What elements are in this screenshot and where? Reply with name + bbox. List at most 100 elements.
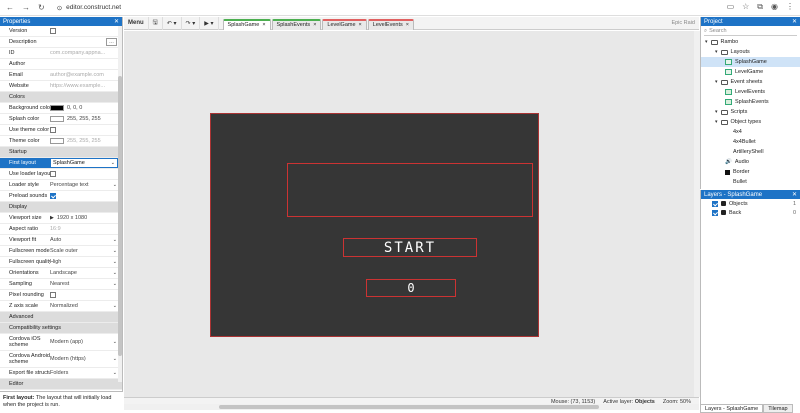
property-value[interactable]: 16:9: [50, 226, 122, 232]
property-row[interactable]: Description…: [0, 37, 122, 48]
cast-icon[interactable]: ▭: [727, 2, 735, 12]
color-swatch[interactable]: [50, 105, 64, 111]
back-icon[interactable]: ←: [6, 3, 14, 12]
property-row[interactable]: Orientations Landscape ⌄: [0, 268, 122, 279]
property-value[interactable]: com.company.appna...: [50, 50, 122, 56]
save-icon[interactable]: 🖫: [149, 16, 163, 30]
tree-item[interactable]: 4x4: [701, 127, 800, 137]
property-row[interactable]: Cordova Android scheme Modern (https) ⌄: [0, 351, 122, 368]
reload-icon[interactable]: ↻: [38, 3, 45, 12]
tree-item[interactable]: ▾ Layouts: [701, 47, 800, 57]
close-icon[interactable]: ×: [406, 22, 409, 28]
chevron-down-icon[interactable]: ⌄: [113, 270, 117, 276]
tree-item[interactable]: ▾ Scripts: [701, 107, 800, 117]
tree-item[interactable]: ▾ Rambo: [701, 37, 800, 47]
chevron-down-icon[interactable]: ⌄: [113, 237, 117, 243]
visibility-checkbox[interactable]: [712, 209, 718, 216]
layout-area[interactable]: START 0: [210, 113, 539, 337]
checkbox[interactable]: [50, 28, 56, 34]
ellipsis-button[interactable]: …: [106, 38, 117, 46]
close-icon[interactable]: ×: [313, 22, 316, 28]
property-value[interactable]: https://www.example...: [50, 83, 122, 89]
property-value[interactable]: Modern (app) ⌄: [50, 339, 122, 345]
chevron-down-icon[interactable]: ⌄: [113, 248, 117, 254]
property-value[interactable]: 255, 255, 255: [50, 116, 122, 122]
property-value[interactable]: [50, 127, 122, 133]
property-row[interactable]: Use loader layout: [0, 169, 122, 180]
score-text-object[interactable]: 0: [366, 279, 456, 297]
bottom-tab[interactable]: Layers - SplashGame: [700, 404, 764, 413]
chevron-down-icon[interactable]: ⌄: [111, 160, 115, 166]
property-value[interactable]: SplashGame ⌄: [50, 158, 118, 168]
property-section[interactable]: Editor: [0, 379, 122, 390]
profile-icon[interactable]: ◉: [771, 2, 778, 12]
start-text-object[interactable]: START: [343, 238, 477, 257]
property-value[interactable]: …: [50, 38, 122, 46]
checkbox[interactable]: [50, 193, 56, 199]
layout-tab[interactable]: SplashEvents ×: [271, 18, 322, 30]
checkbox[interactable]: [50, 171, 56, 177]
checkbox[interactable]: [50, 127, 56, 133]
close-icon[interactable]: ✕: [792, 191, 797, 198]
visibility-checkbox[interactable]: [712, 200, 718, 207]
property-row[interactable]: Aspect ratio 16:9: [0, 224, 122, 235]
properties-scrollbar[interactable]: [118, 26, 122, 382]
chevron-down-icon[interactable]: ⌄: [113, 339, 117, 345]
layer-row[interactable]: Back 0: [701, 208, 800, 217]
property-row[interactable]: Author: [0, 59, 122, 70]
property-row[interactable]: Preload sounds: [0, 191, 122, 202]
close-icon[interactable]: ×: [262, 22, 265, 28]
property-row[interactable]: Pixel rounding: [0, 290, 122, 301]
chevron-down-icon[interactable]: ▾: [715, 109, 718, 115]
close-icon[interactable]: ✕: [114, 18, 119, 25]
color-swatch[interactable]: [50, 116, 64, 122]
property-value[interactable]: Folders ⌄: [50, 370, 122, 376]
property-row[interactable]: Export file structureFolders ⌄: [0, 368, 122, 379]
property-row[interactable]: Version: [0, 26, 122, 37]
property-section[interactable]: Advanced: [0, 312, 122, 323]
property-row[interactable]: First layout SplashGame ⌄: [0, 158, 122, 169]
property-value[interactable]: ▶ 1920 x 1080: [50, 215, 122, 221]
lock-icon[interactable]: [721, 210, 726, 215]
property-row[interactable]: ID com.company.appna...: [0, 48, 122, 59]
tree-item[interactable]: LevelGame: [701, 67, 800, 77]
property-row[interactable]: Fullscreen mode Scale outer ⌄: [0, 246, 122, 257]
property-value[interactable]: [50, 28, 122, 34]
layer-row[interactable]: Objects 1: [701, 199, 800, 208]
color-swatch[interactable]: [50, 138, 64, 144]
menu-dots-icon[interactable]: ⋮: [786, 2, 794, 12]
site-info-icon[interactable]: ⊙: [57, 4, 62, 12]
menu-button[interactable]: Menu: [124, 16, 149, 30]
bottom-tab[interactable]: Tilemap: [763, 404, 793, 413]
property-value[interactable]: Landscape ⌄: [50, 270, 122, 276]
property-row[interactable]: Theme color 255, 255, 255: [0, 136, 122, 147]
property-value[interactable]: Percentage text ⌄: [50, 182, 122, 188]
chevron-down-icon[interactable]: ▾: [715, 79, 718, 85]
property-value[interactable]: Auto ⌄: [50, 237, 122, 243]
property-value[interactable]: 0, 0, 0: [50, 105, 122, 111]
property-row[interactable]: Fullscreen quality High ⌄: [0, 257, 122, 268]
undo-icon[interactable]: ↶ ▾: [163, 16, 182, 30]
address-bar[interactable]: ⊙ editor.construct.net: [57, 4, 121, 12]
preview-play-icon[interactable]: ▶ ▾: [200, 16, 219, 30]
tree-item[interactable]: ▾ Event sheets: [701, 77, 800, 87]
tree-item[interactable]: SplashEvents: [701, 97, 800, 107]
property-value[interactable]: [50, 292, 122, 298]
tree-item[interactable]: Bullet: [701, 177, 800, 187]
property-row[interactable]: Loader style Percentage text ⌄: [0, 180, 122, 191]
property-section[interactable]: Colors: [0, 92, 122, 103]
chevron-down-icon[interactable]: ⌄: [113, 259, 117, 265]
tree-item[interactable]: LevelEvents: [701, 87, 800, 97]
property-row[interactable]: Viewport fit Auto ⌄: [0, 235, 122, 246]
property-section[interactable]: Display: [0, 202, 122, 213]
chevron-down-icon[interactable]: ⌄: [113, 370, 117, 376]
property-section[interactable]: Startup: [0, 147, 122, 158]
close-icon[interactable]: ×: [359, 22, 362, 28]
chevron-down-icon[interactable]: ⌄: [113, 356, 117, 362]
property-value[interactable]: 255, 255, 255: [50, 138, 122, 144]
lock-icon[interactable]: [721, 201, 726, 206]
property-row[interactable]: Website https://www.example...: [0, 81, 122, 92]
layout-tab[interactable]: LevelGame ×: [322, 18, 367, 30]
property-value[interactable]: High ⌄: [50, 259, 122, 265]
layout-tab[interactable]: LevelEvents ×: [367, 18, 414, 30]
